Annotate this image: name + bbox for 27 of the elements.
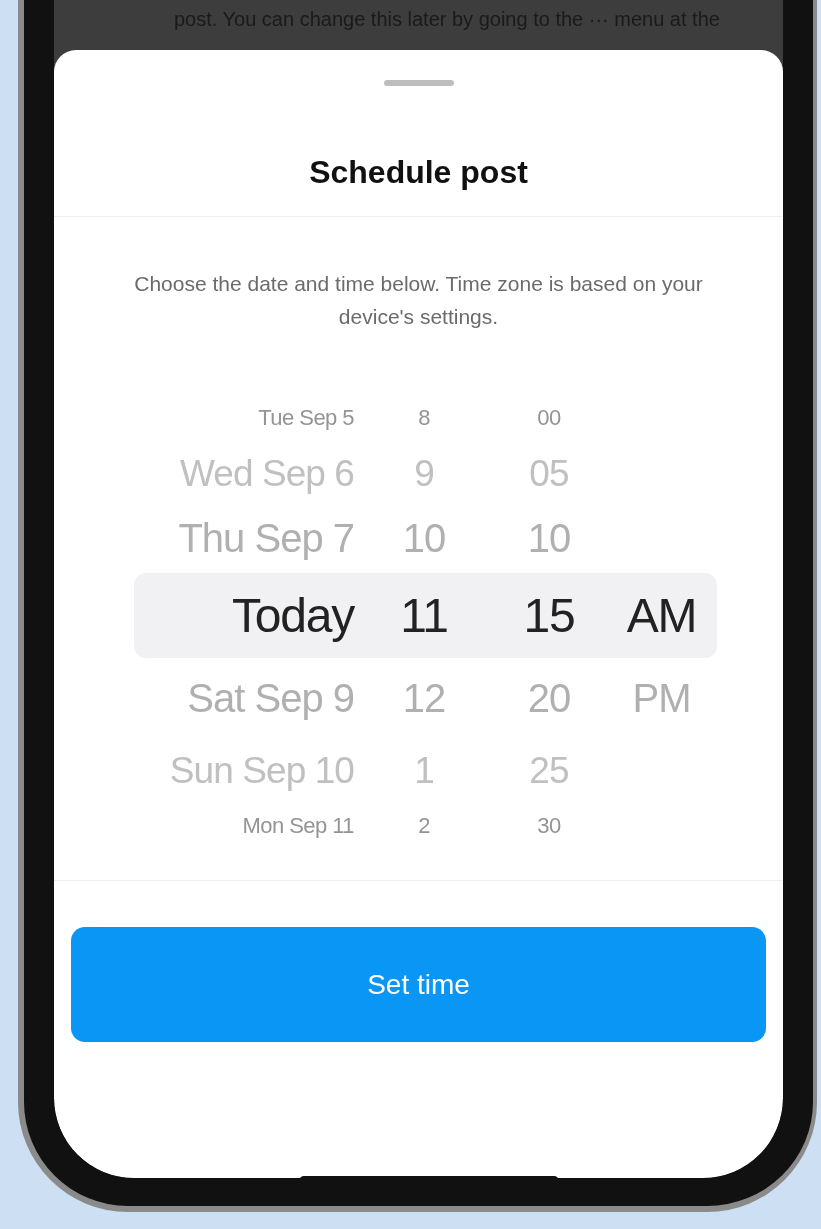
date-option[interactable]: Mon Sep 11 bbox=[242, 814, 354, 837]
minute-option[interactable]: 10 bbox=[527, 518, 571, 558]
minute-option[interactable]: 20 bbox=[527, 678, 571, 718]
minute-option[interactable]: 30 bbox=[537, 814, 561, 837]
hour-option[interactable]: 8 bbox=[418, 407, 430, 429]
hour-option[interactable]: 1 bbox=[414, 752, 434, 789]
period-option[interactable]: PM bbox=[632, 678, 691, 718]
hour-option[interactable]: 2 bbox=[418, 814, 430, 837]
set-time-button[interactable]: Set time bbox=[71, 927, 766, 1042]
hour-option[interactable]: 10 bbox=[402, 518, 446, 558]
drag-handle[interactable] bbox=[383, 80, 454, 86]
sheet-title: Schedule post bbox=[309, 156, 528, 188]
minute-option[interactable]: 25 bbox=[529, 752, 569, 789]
hour-option[interactable]: 11 bbox=[400, 591, 448, 640]
date-option[interactable]: Today bbox=[231, 591, 354, 640]
date-option[interactable]: Thu Sep 7 bbox=[178, 518, 354, 558]
minute-option[interactable]: 00 bbox=[537, 407, 561, 429]
description-text: Choose the date and time below. Time zone is based on your device's settings. bbox=[133, 271, 704, 330]
minute-option[interactable]: 15 bbox=[523, 591, 575, 640]
minute-option[interactable]: 05 bbox=[529, 454, 569, 492]
hour-option[interactable]: 12 bbox=[402, 678, 446, 718]
date-option[interactable]: Tue Sep 5 bbox=[258, 407, 354, 429]
date-option[interactable]: Sun Sep 10 bbox=[169, 752, 354, 789]
hour-option[interactable]: 9 bbox=[414, 454, 434, 492]
date-option[interactable]: Wed Sep 6 bbox=[179, 454, 354, 492]
date-option[interactable]: Sat Sep 9 bbox=[187, 678, 354, 718]
period-option[interactable]: AM bbox=[626, 591, 697, 640]
